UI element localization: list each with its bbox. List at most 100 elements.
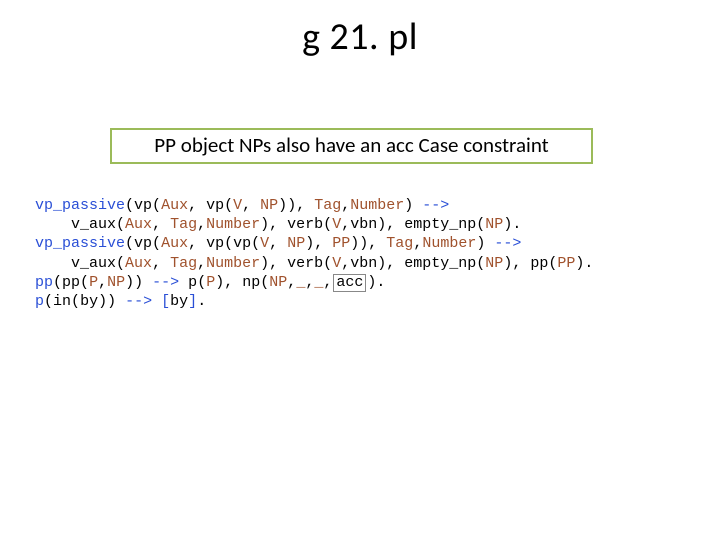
tok-vp: vp	[233, 235, 251, 252]
sym-rp: )	[377, 216, 386, 233]
sym-lp: (	[71, 293, 80, 310]
sym-dot: .	[512, 216, 521, 233]
sym-arrow: -->	[485, 235, 521, 252]
var-number: Number	[206, 255, 260, 272]
sym-rp: )	[350, 235, 359, 252]
sym-commat: ,	[341, 255, 350, 272]
sym-rp: )	[260, 255, 269, 272]
sym-lb: [	[161, 293, 170, 310]
highlight-acc: acc	[333, 274, 366, 292]
slide-title: g 21. pl	[0, 14, 720, 60]
sym-comma: ,	[224, 274, 242, 291]
tok-vp: vp	[134, 235, 152, 252]
sym-rb: ]	[188, 293, 197, 310]
sym-comma: ,	[188, 235, 206, 252]
sym-rp: )	[134, 274, 143, 291]
sym-rp: )	[125, 274, 134, 291]
sym-rp: )	[404, 197, 413, 214]
sym-lp: (	[476, 255, 485, 272]
var-p: P	[206, 274, 215, 291]
var-aux: Aux	[125, 255, 152, 272]
sym-comma: ,	[296, 197, 314, 214]
tok-pp: pp	[530, 255, 548, 272]
sym-lp: (	[224, 235, 233, 252]
sym-rp: )	[98, 293, 107, 310]
sym-comma: ,	[152, 255, 170, 272]
var-np: NP	[107, 274, 125, 291]
sym-comma: ,	[269, 235, 287, 252]
var-us: _	[296, 274, 305, 291]
var-aux: Aux	[161, 235, 188, 252]
sym-rp: )	[215, 274, 224, 291]
atom-vbn: vbn	[350, 255, 377, 272]
sym-dot: .	[584, 255, 593, 272]
var-us: _	[314, 274, 323, 291]
sym-comma: ,	[512, 255, 530, 272]
sym-arrow: -->	[116, 293, 152, 310]
tok-p: p	[188, 274, 197, 291]
sym-commat: ,	[287, 274, 296, 291]
var-v: V	[332, 216, 341, 233]
tok-in: in	[53, 293, 71, 310]
sym-lp: (	[224, 197, 233, 214]
tok-vp: vp	[206, 235, 224, 252]
sym-lp: (	[323, 216, 332, 233]
caption-box: PP object NPs also have an acc Case cons…	[110, 128, 593, 164]
tok-vp_passive: vp_passive	[35, 197, 125, 214]
tok-vp: vp	[134, 197, 152, 214]
sym-lp: (	[44, 293, 53, 310]
tok-emptynp: empty_np	[404, 255, 476, 272]
atom-by: by	[80, 293, 98, 310]
indent	[35, 216, 71, 233]
sym-lp: (	[53, 274, 62, 291]
sym-comma: ,	[152, 216, 170, 233]
code-block: vp_passive(vp(Aux, vp(V, NP)), Tag,Numbe…	[35, 196, 593, 311]
sym-rp: )	[260, 216, 269, 233]
sym-rp: )	[503, 216, 512, 233]
tok-emptynp: empty_np	[404, 216, 476, 233]
var-number: Number	[422, 235, 476, 252]
sym-lp: (	[323, 255, 332, 272]
var-v: V	[233, 197, 242, 214]
var-p: P	[89, 274, 98, 291]
tok-pp: pp	[35, 274, 53, 291]
tok-vp_passive: vp_passive	[35, 235, 125, 252]
tok-verb: verb	[287, 216, 323, 233]
var-pp: PP	[332, 235, 350, 252]
sym-rp: )	[278, 197, 287, 214]
sym-lp: (	[260, 274, 269, 291]
var-np: NP	[260, 197, 278, 214]
sym-arrow: -->	[143, 274, 179, 291]
var-tag: Tag	[314, 197, 341, 214]
sym-comma: ,	[269, 255, 287, 272]
sym-comma: ,	[386, 255, 404, 272]
var-tag: Tag	[170, 255, 197, 272]
sym-lp: (	[152, 235, 161, 252]
var-np: NP	[485, 255, 503, 272]
tok-p: p	[35, 293, 44, 310]
sym-lp: (	[197, 274, 206, 291]
var-aux: Aux	[125, 216, 152, 233]
sym-dot: .	[376, 274, 385, 291]
tok-np: np	[242, 274, 260, 291]
sym-rp: )	[287, 197, 296, 214]
sym-lp: (	[116, 255, 125, 272]
sym-lp: (	[476, 216, 485, 233]
sym-commat: ,	[305, 274, 314, 291]
atom-by: by	[170, 293, 188, 310]
sym-comma: ,	[242, 197, 260, 214]
indent	[35, 255, 71, 272]
var-number: Number	[350, 197, 404, 214]
var-aux: Aux	[161, 197, 188, 214]
sym-comma: ,	[314, 235, 332, 252]
tok-vaux: v_aux	[71, 255, 116, 272]
var-v: V	[332, 255, 341, 272]
sym-lp: (	[251, 235, 260, 252]
sym-commat: ,	[413, 235, 422, 252]
var-pp: PP	[557, 255, 575, 272]
sym-comma: ,	[368, 235, 386, 252]
sym-rp: )	[359, 235, 368, 252]
sym-lp: (	[125, 235, 134, 252]
tok-vp: vp	[206, 197, 224, 214]
sym-commat: ,	[98, 274, 107, 291]
